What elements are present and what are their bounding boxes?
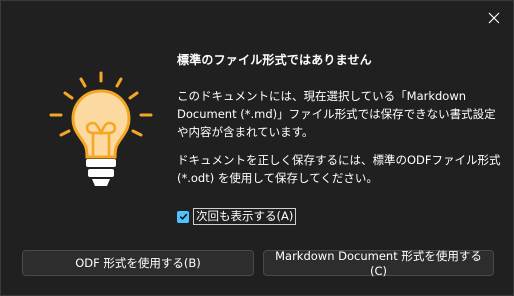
checkmark-icon <box>179 213 187 220</box>
message-save-as-odf: ドキュメントを正しく保存するには、標準のODFファイル形式 (*.odt) を使… <box>177 153 501 185</box>
checkbox-checked[interactable] <box>177 210 189 223</box>
show-next-time-checkbox[interactable]: 次回も表示する(A) <box>177 208 297 225</box>
message-incompatible-content: このドキュメントには、現在選択している「Markdown Document (*… <box>177 89 496 139</box>
use-odf-format-button[interactable]: ODF 形式を使用する(B) <box>22 250 254 276</box>
save-format-dialog: 標準のファイル形式ではありません このドキュメントには、現在選択している「Mar… <box>0 0 514 296</box>
lightbulb-icon <box>49 71 153 186</box>
checkbox-label: 次回も表示する(A) <box>193 208 297 225</box>
close-icon <box>488 12 500 24</box>
use-markdown-format-button[interactable]: Markdown Document 形式を使用する(C) <box>263 249 494 278</box>
close-button[interactable] <box>483 7 505 29</box>
dialog-title: 標準のファイル形式ではありません <box>177 53 372 67</box>
